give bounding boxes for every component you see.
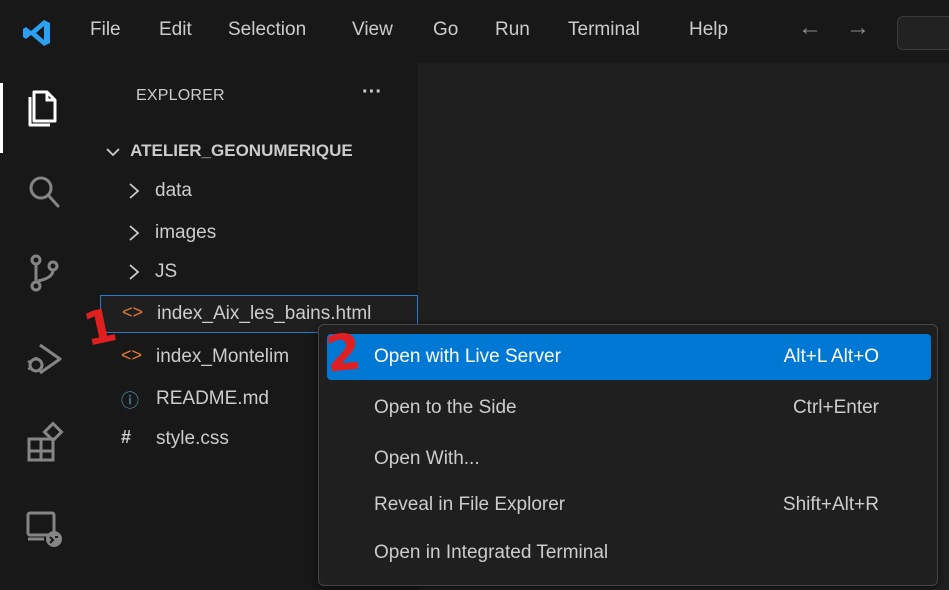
remote-explorer-icon[interactable] [20, 503, 68, 551]
menu-item-label: Open With... [374, 448, 480, 469]
tree-item-label: README.md [156, 388, 269, 409]
tree-item-data-folder[interactable]: data [100, 173, 418, 211]
menu-go[interactable]: Go [433, 19, 458, 41]
menu-item-reveal-in-file-explorer[interactable]: Reveal in File Explorer Shift+Alt+R [327, 482, 931, 528]
chevron-right-icon [129, 183, 140, 199]
back-arrow-icon[interactable]: ← [798, 14, 822, 42]
info-icon: ⓘ [121, 391, 139, 411]
command-center-search[interactable] [897, 16, 949, 50]
menu-item-open-with-live-server[interactable]: Open with Live Server Alt+L Alt+O [327, 334, 931, 380]
menu-selection[interactable]: Selection [228, 19, 306, 41]
annotation-step-2: 2 [323, 322, 364, 384]
menu-item-open-with[interactable]: Open With... [327, 436, 931, 482]
html-file-icon: <> [121, 345, 143, 365]
extensions-icon[interactable] [20, 419, 68, 467]
source-control-icon[interactable] [20, 248, 68, 296]
chevron-right-icon [129, 264, 140, 280]
menu-terminal[interactable]: Terminal [568, 19, 640, 41]
workspace-root-folder[interactable]: ATELIER_GEONUMERIQUE [106, 141, 353, 161]
explorer-title: EXPLORER [136, 87, 225, 104]
menu-item-label: Open to the Side [374, 397, 517, 418]
run-debug-icon[interactable] [20, 335, 68, 383]
chevron-down-icon [106, 147, 120, 156]
menu-item-label: Reveal in File Explorer [374, 494, 566, 515]
menu-file[interactable]: File [90, 19, 121, 41]
menu-help[interactable]: Help [689, 19, 728, 41]
menu-item-label: Open with Live Server [374, 346, 561, 367]
explorer-files-icon[interactable] [20, 83, 68, 131]
menu-item-shortcut: Ctrl+Enter [792, 397, 879, 418]
tree-item-images-folder[interactable]: images [100, 215, 418, 253]
menu-item-label: Open in Integrated Terminal [374, 542, 609, 563]
more-actions-button[interactable]: ··· [362, 81, 382, 104]
tree-item-label: style.css [156, 428, 229, 449]
vscode-logo-icon[interactable] [22, 18, 52, 48]
chevron-right-icon [129, 225, 140, 241]
search-icon[interactable] [20, 168, 68, 216]
menu-view[interactable]: View [352, 19, 393, 41]
menu-item-shortcut: Shift+Alt+R [782, 494, 879, 515]
forward-arrow-icon[interactable]: → [846, 14, 870, 42]
menu-item-shortcut: Alt+L Alt+O [783, 346, 879, 367]
hash-icon: # [121, 427, 132, 447]
tree-item-label: index_Aix_les_bains.html [157, 303, 372, 324]
context-menu: Open with Live Server Alt+L Alt+O Open t… [318, 324, 938, 586]
menu-edit[interactable]: Edit [159, 19, 192, 41]
workspace-root-label: ATELIER_GEONUMERIQUE [130, 141, 353, 160]
tree-item-label: images [155, 222, 217, 243]
menu-item-open-in-integrated-terminal[interactable]: Open in Integrated Terminal [327, 530, 931, 576]
menu-item-open-to-the-side[interactable]: Open to the Side Ctrl+Enter [327, 385, 931, 431]
menu-run[interactable]: Run [495, 19, 530, 41]
tree-item-label: index_Montelim [156, 346, 290, 367]
html-file-icon: <> [122, 302, 144, 322]
active-view-indicator [0, 83, 3, 153]
title-bar: File Edit Selection View Go Run Terminal… [0, 0, 949, 63]
tree-item-label: JS [155, 261, 178, 282]
tree-item-js-folder[interactable]: JS [100, 254, 418, 292]
tree-item-label: data [155, 180, 192, 201]
